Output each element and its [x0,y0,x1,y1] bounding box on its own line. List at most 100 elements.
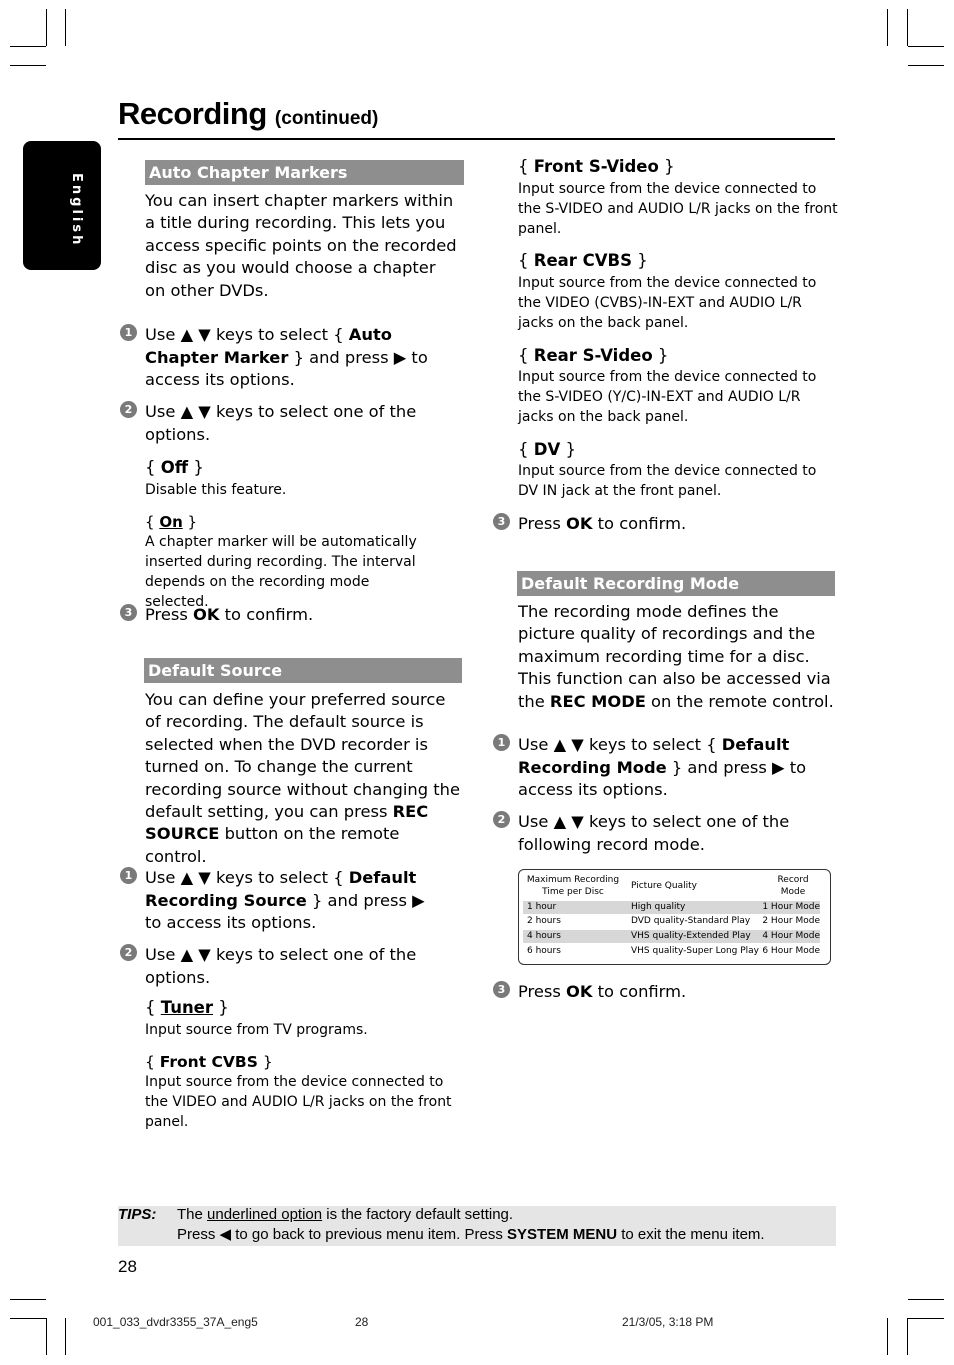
option-on-desc: A chapter marker will be automatically i… [145,534,417,610]
option-label: Front CVBS [159,1053,258,1071]
option-label: Rear CVBS [533,251,633,270]
title-rule [118,138,835,140]
table-row: 1 hour High quality 1 Hour Mode [523,901,820,914]
tips-text: to exit the menu item. [617,1226,765,1243]
option-tuner-desc: Input source from TV programs. [145,1022,368,1038]
option-rear-s-video-desc: Input source from the device connected t… [518,369,817,425]
default-source-step-2: Use ▲ ▼ keys to select one of the option… [145,945,417,987]
ok-key: OK [193,605,220,624]
table-cell-time: 6 hours [527,946,561,956]
crop-mark [65,9,66,46]
auto-chapter-intro: You can insert chapter markers within a … [145,191,457,300]
default-mode-step-3: Press OK to confirm. [518,981,686,1004]
option-dv: { DV } [518,440,576,459]
option-label: DV [533,440,561,459]
step-number-3: 3 [493,981,510,998]
step-text: Use ▲ ▼ keys to select { [518,735,722,754]
crop-mark [887,1318,888,1355]
section-heading-default-source: Default Source [144,658,462,683]
option-front-s-video-desc: Input source from the device connected t… [518,181,838,237]
tips-line-1: The underlined option is the factory def… [177,1206,513,1223]
auto-chapter-step-1: Use ▲ ▼ keys to select { Auto Chapter Ma… [145,324,465,392]
crop-mark [908,1318,944,1319]
step-number-1: 1 [120,324,137,341]
page-title-sub: (continued) [274,108,379,129]
option-rear-cvbs: { Rear CVBS } [518,251,648,270]
page-title-main: Recording [118,96,267,131]
section-heading-auto-chapter: Auto Chapter Markers [145,160,464,185]
crop-mark [46,9,47,46]
language-tab: English [23,141,101,270]
step-number-3: 3 [493,513,510,530]
step-text: Press [145,605,194,624]
auto-chapter-step-2: Use ▲ ▼ keys to select one of the option… [145,402,417,444]
step-number-1: 1 [120,867,137,884]
option-rear-cvbs-desc: Input source from the device connected t… [518,275,817,331]
table-row: 2 hours DVD quality-Standard Play 2 Hour… [523,915,820,928]
crop-mark [908,46,944,47]
step-text: Use ▲ ▼ keys to select { [145,868,349,887]
option-label: Off [160,458,189,477]
default-mode-intro: The recording mode defines the picture q… [518,601,836,713]
tips-box: TIPS: The underlined option is the facto… [118,1206,836,1246]
tips-label: TIPS: [118,1206,157,1223]
table-cell-time: 2 hours [527,916,561,926]
option-tuner: { Tuner } [145,998,229,1017]
step-number-2: 2 [493,811,510,828]
option-label: Rear S-Video [533,346,653,365]
step-number-3: 3 [120,604,137,621]
table-row: 6 hours VHS quality-Super Long Play 6 Ho… [523,945,820,958]
table-cell-time: 4 hours [527,931,561,941]
tips-underlined-text: underlined option [207,1206,323,1223]
table-header-quality: Picture Quality [631,881,697,891]
tips-text: The [177,1206,208,1223]
crop-mark [907,9,908,46]
table-cell-quality: DVD quality-Standard Play [631,916,751,926]
ok-key: OK [566,982,593,1001]
option-front-cvbs-desc: Input source from the device connected t… [145,1074,452,1130]
page-title: Recording (continued) [118,96,378,132]
crop-mark [908,65,944,66]
ok-key: OK [566,514,593,533]
tips-line-2: Press ◀ to go back to previous menu item… [177,1225,765,1243]
record-mode-table: Maximum Recording Time per Disc Picture … [518,869,831,965]
footer-filename: 001_033_dvdr3355_37A_eng5 [93,1315,258,1329]
table-cell-quality: VHS quality-Extended Play [631,931,751,941]
step-number-2: 2 [120,944,137,961]
option-off-desc: Disable this feature. [145,482,287,498]
table-header-time: Maximum Recording Time per Disc [526,875,620,897]
auto-chapter-step-3: Press OK to confirm. [145,604,313,627]
tips-text: is the factory default setting. [322,1206,514,1223]
table-cell-quality: VHS quality-Super Long Play [631,946,760,956]
page-number: 28 [118,1257,137,1276]
option-on: { On } [145,513,198,531]
intro-text: on the remote control. [645,691,834,711]
tips-text: Press ◀ to go back to previous menu item… [177,1226,508,1243]
table-cell-quality: High quality [631,902,686,912]
crop-mark [908,1299,944,1300]
crop-mark [65,1318,66,1355]
option-label: On [159,513,183,531]
option-dv-desc: Input source from the device connected t… [518,463,817,499]
table-cell-mode: 6 Hour Mode [762,946,820,956]
table-cell-mode: 1 Hour Mode [762,902,820,912]
table-row: 4 hours VHS quality-Extended Play 4 Hour… [523,930,820,943]
default-mode-step-1: Use ▲ ▼ keys to select { Default Recordi… [518,734,808,802]
default-source-step-1: Use ▲ ▼ keys to select { Default Recordi… [145,867,445,935]
option-front-cvbs: { Front CVBS } [145,1053,273,1071]
section-heading-default-mode: Default Recording Mode [517,571,835,596]
default-mode-step-2: Use ▲ ▼ keys to select one of the follow… [518,812,790,854]
table-cell-time: 1 hour [527,902,557,912]
footer-page: 28 [355,1315,369,1329]
table-cell-mode: 2 Hour Mode [762,916,820,926]
system-menu-key: SYSTEM MENU [507,1226,618,1243]
crop-mark [887,9,888,46]
option-off: { Off } [145,458,204,477]
crop-mark [10,46,46,47]
option-rear-s-video: { Rear S-Video } [518,346,669,365]
crop-mark [10,1299,46,1300]
footer-timestamp: 21/3/05, 3:18 PM [622,1315,714,1329]
default-source-step-3: Press OK to confirm. [518,513,686,536]
table-cell-mode: 4 Hour Mode [762,931,820,941]
step-text: Press [518,514,567,533]
